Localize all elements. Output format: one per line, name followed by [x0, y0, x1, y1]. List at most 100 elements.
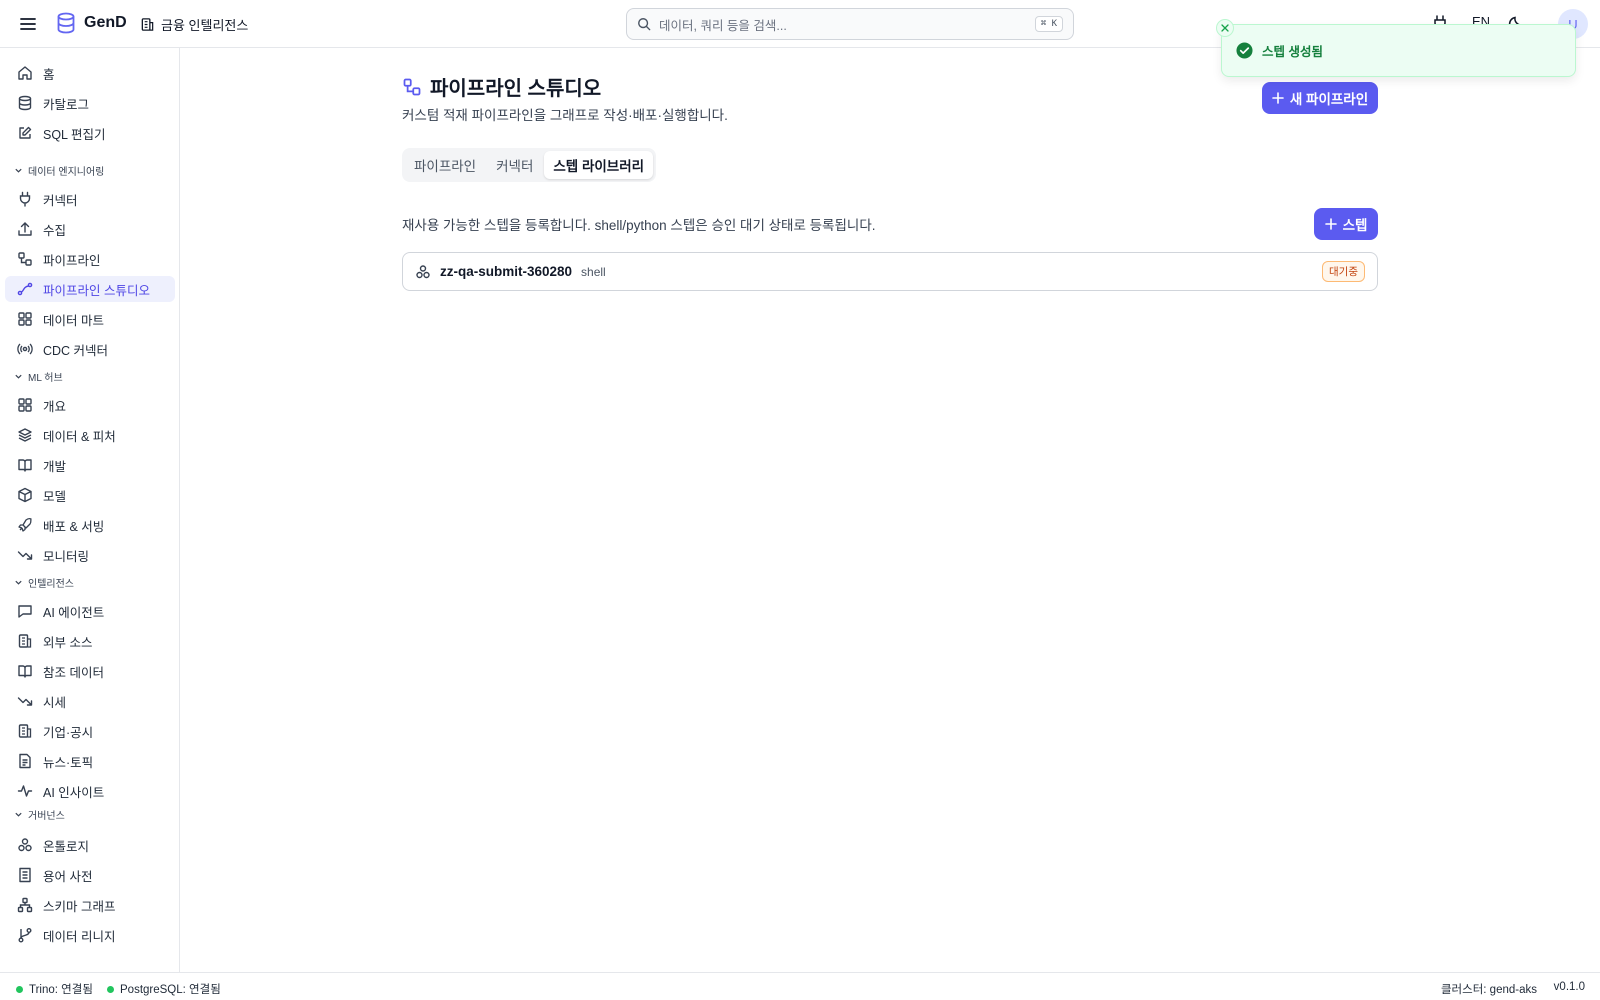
app-name: GenD: [84, 14, 127, 31]
boxes-icon: [416, 264, 430, 278]
sidebar-item-cdc-connector[interactable]: CDC 커넥터: [5, 336, 175, 362]
sidebar-item-sql-editor[interactable]: SQL 편집기: [5, 120, 175, 146]
sidebar-item-label: 수집: [43, 223, 67, 238]
chat-icon: [18, 605, 32, 618]
sidebar-item-catalog[interactable]: 카탈로그: [5, 90, 175, 116]
workflow-icon: [18, 252, 32, 266]
chevron-down-icon: [15, 374, 22, 379]
page-title: 파이프라인 스튜디오: [430, 78, 602, 100]
database-icon: [18, 95, 32, 111]
sidebar-item-external-source[interactable]: 외부 소스: [5, 628, 175, 654]
sidebar-item-overview[interactable]: 개요: [5, 392, 175, 418]
trending-down-icon: [17, 551, 33, 560]
status-bar: Trino: 연결됨 PostgreSQL: 연결됨 클러스터: gend-ak…: [0, 972, 1600, 1000]
sidebar-item-quotes[interactable]: 시세: [5, 688, 175, 714]
tab-pipeline[interactable]: 파이프라인: [405, 151, 485, 179]
step-list-item[interactable]: zz-qa-submit-360280 shell 대기중: [402, 252, 1378, 291]
page-header: 파이프라인 스튜디오: [402, 72, 601, 101]
close-icon[interactable]: [1216, 19, 1234, 37]
sidebar-item-data-lineage[interactable]: 데이터 리니지: [5, 922, 175, 948]
sidebar-item-ai-agent[interactable]: AI 에이전트: [5, 598, 175, 624]
step-name: zz-qa-submit-360280: [440, 264, 573, 279]
file-icon: [19, 867, 31, 883]
sidebar-item-development[interactable]: 개발: [5, 452, 175, 478]
search-shortcut: ⌘ K: [1034, 16, 1063, 32]
tab-connector[interactable]: 커넥터: [487, 151, 542, 179]
sidebar-item-ingest[interactable]: 수집: [5, 216, 175, 242]
section-title: ML 허브: [28, 373, 63, 384]
layers-icon: [18, 428, 32, 442]
sidebar-item-monitoring[interactable]: 모니터링: [5, 542, 175, 568]
sidebar-item-label: CDC 커넥터: [43, 343, 109, 358]
sidebar-item-label: 데이터 & 피처: [43, 429, 116, 444]
sidebar-item-model[interactable]: 모델: [5, 482, 175, 508]
section-governance[interactable]: 거버넌스: [14, 807, 65, 822]
sidebar-item-pipeline-studio[interactable]: 파이프라인 스튜디오: [5, 276, 175, 302]
sidebar-item-news-topics[interactable]: 뉴스·토픽: [5, 748, 175, 774]
section-title: 인텔리전스: [28, 579, 74, 590]
plus-icon: [1272, 92, 1284, 104]
postgres-status-text: PostgreSQL: 연결됨: [120, 984, 221, 996]
network-icon: [17, 897, 33, 913]
search-bar[interactable]: 데이터, 쿼리 등을 검색... ⌘ K: [626, 8, 1074, 40]
sidebar-item-label: 데이터 리니지: [43, 929, 116, 944]
section-title: 거버넌스: [28, 811, 65, 822]
sidebar-item-schema-graph[interactable]: 스키마 그래프: [5, 892, 175, 918]
add-step-label: 스텝: [1342, 218, 1368, 233]
page-description: 커스텀 적재 파이프라인을 그래프로 작성·배포·실행합니다.: [402, 108, 728, 123]
sidebar-item-company-disclosure[interactable]: 기업·공시: [5, 718, 175, 744]
sidebar-item-ai-insight[interactable]: AI 인사이트: [5, 778, 175, 804]
tab-step-library[interactable]: 스텝 라이브러리: [544, 151, 654, 179]
add-step-button[interactable]: 스텝: [1314, 208, 1378, 240]
sidebar-item-data-features[interactable]: 데이터 & 피처: [5, 422, 175, 448]
file-icon: [19, 753, 31, 769]
home-icon: [18, 66, 32, 80]
sidebar-item-home[interactable]: 홈: [5, 60, 175, 86]
menu-icon[interactable]: [18, 14, 38, 34]
sidebar-item-label: 배포 & 서빙: [43, 519, 105, 534]
sidebar-item-label: 파이프라인: [43, 253, 101, 268]
activity-icon: [17, 785, 33, 797]
sidebar-item-label: 뉴스·토픽: [43, 755, 94, 770]
sidebar-item-label: 홈: [43, 67, 55, 82]
section-data-engineering[interactable]: 데이터 엔지니어링: [14, 163, 104, 178]
status-dot: [16, 985, 23, 993]
cluster-info: 클러스터: gend-aks: [1440, 984, 1537, 996]
grid-icon: [18, 312, 32, 326]
org-switcher[interactable]: 금융 인텔리전스: [140, 15, 248, 34]
plug-icon: [19, 191, 31, 207]
section-intelligence[interactable]: 인텔리전스: [14, 575, 74, 590]
main-content: 파이프라인 스튜디오 커스텀 적재 파이프라인을 그래프로 작성·배포·실행합니…: [180, 48, 1600, 972]
box-icon: [18, 487, 32, 503]
sidebar-item-label: AI 인사이트: [43, 785, 105, 800]
sidebar-item-glossary[interactable]: 용어 사전: [5, 862, 175, 888]
book-icon: [18, 665, 32, 678]
sidebar-item-label: 파이프라인 스튜디오: [43, 283, 150, 298]
boxes-icon: [18, 838, 32, 852]
section-ml-hub[interactable]: ML 허브: [14, 369, 63, 384]
sidebar-item-pipeline[interactable]: 파이프라인: [5, 246, 175, 272]
building-icon: [18, 634, 32, 648]
sidebar-item-data-mart[interactable]: 데이터 마트: [5, 306, 175, 332]
sidebar-item-ontology[interactable]: 온톨로지: [5, 832, 175, 858]
app-logo[interactable]: GenD: [56, 12, 127, 34]
section-title: 데이터 엔지니어링: [28, 167, 105, 178]
sidebar-item-label: 온톨로지: [43, 839, 90, 854]
sidebar-item-reference-data[interactable]: 참조 데이터: [5, 658, 175, 684]
sidebar-item-label: 카탈로그: [43, 97, 90, 112]
upload-icon: [18, 222, 32, 236]
sidebar-item-label: 용어 사전: [43, 869, 93, 884]
database-logo-icon: [57, 12, 75, 34]
sidebar-item-connector[interactable]: 커넥터: [5, 186, 175, 212]
building-icon: [18, 724, 32, 738]
sidebar-item-label: 참조 데이터: [43, 665, 104, 680]
plus-icon: [1324, 218, 1337, 230]
toast-notification: 스텝 생성됨: [1216, 19, 1576, 77]
sidebar-item-label: 외부 소스: [43, 635, 93, 650]
radio-icon: [17, 343, 33, 355]
version-info: v0.1.0: [1553, 981, 1585, 993]
sidebar-item-deploy-serving[interactable]: 배포 & 서빙: [5, 512, 175, 538]
workflow-icon: [403, 78, 421, 95]
grid-icon: [18, 398, 32, 412]
new-pipeline-button[interactable]: 새 파이프라인: [1262, 82, 1378, 114]
